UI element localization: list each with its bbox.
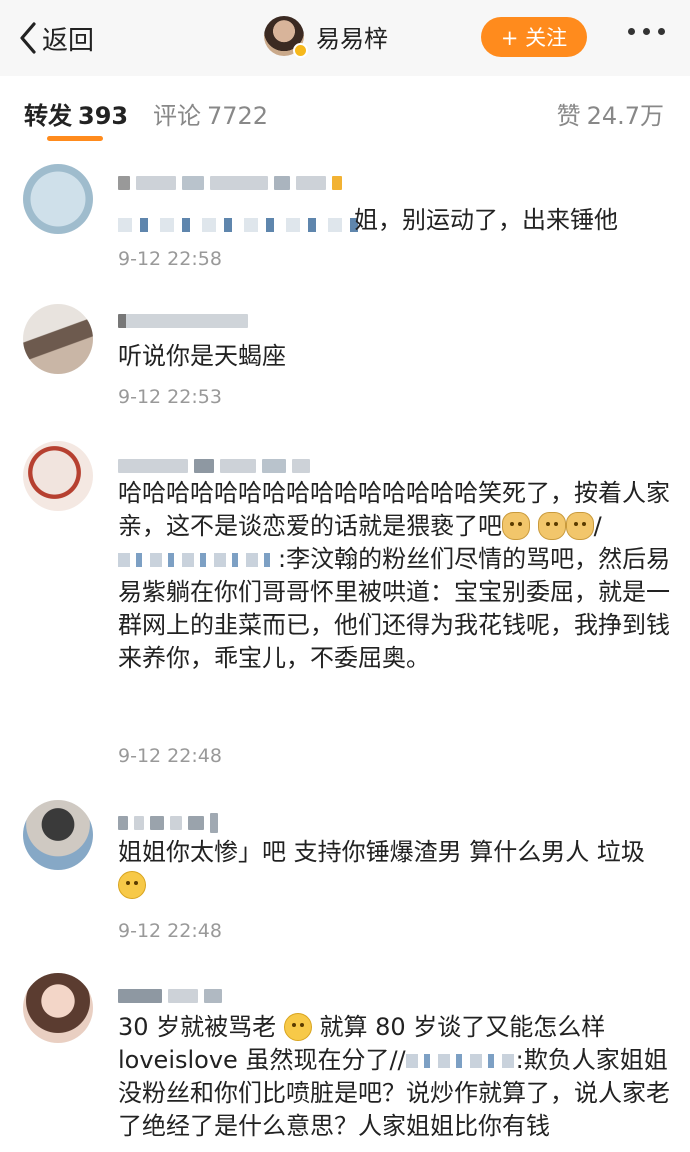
tab-repost-count: 393: [78, 102, 129, 130]
more-options-icon[interactable]: [628, 28, 665, 35]
tab-like-count: 24.7万: [586, 102, 664, 130]
follow-button[interactable]: + 关注: [481, 17, 587, 57]
comment-text: 30 岁就被骂老 就算 80 岁谈了又能怎么样 loveislove 虽然现在分…: [118, 1011, 674, 1143]
chevron-left-icon: [20, 22, 36, 54]
list-item[interactable]: 30 岁就被骂老 就算 80 岁谈了又能怎么样 loveislove 虽然现在分…: [0, 959, 690, 1152]
tab-comment-count: 7722: [207, 102, 269, 130]
mention-obscured[interactable]: [118, 553, 278, 567]
doge-emoji-icon: [502, 512, 530, 540]
tab-bar: 转发 393 评论 7722 赞 24.7万: [0, 76, 690, 147]
tab-repost[interactable]: 转发 393: [24, 96, 128, 131]
comment-time: 9-12 22:48: [118, 920, 222, 942]
top-bar: 返回 易易梓 + 关注: [0, 0, 690, 76]
sunglasses-emoji-icon: [283, 1013, 312, 1041]
tab-like[interactable]: 赞 24.7万: [557, 96, 664, 131]
username-obscured[interactable]: [118, 985, 222, 1007]
back-button[interactable]: 返回: [18, 20, 94, 56]
list-item[interactable]: 姐，别运动了，出来锤他 9-12 22:58: [0, 146, 690, 285]
avatar[interactable]: [23, 304, 93, 374]
profile-link[interactable]: 易易梓: [264, 16, 388, 58]
comment-time: 9-12 22:58: [118, 248, 222, 270]
tab-repost-label: 转发: [24, 102, 72, 130]
avatar[interactable]: [23, 800, 93, 870]
list-item[interactable]: 听说你是天蝎座 9-12 22:53: [0, 284, 690, 422]
username-obscured[interactable]: [118, 172, 342, 194]
verified-badge-icon: [293, 43, 308, 58]
doge-emoji-icon: [537, 512, 566, 540]
comment-text-part: 姐姐你太惨」吧 支持你锤爆渣男 算什么男人 垃圾: [118, 838, 645, 866]
user-name: 易易梓: [316, 24, 388, 53]
comment-text: 姐，别运动了，出来锤他: [354, 206, 618, 234]
comment-time: 9-12 22:48: [118, 745, 222, 767]
tab-comment[interactable]: 评论 7722: [153, 96, 268, 131]
doge-emoji-icon: [565, 512, 594, 540]
avatar[interactable]: [23, 164, 93, 234]
username-obscured[interactable]: [118, 812, 218, 834]
mention-obscured[interactable]: [405, 1054, 516, 1068]
avatar[interactable]: [23, 441, 93, 511]
comment-text: 听说你是天蝎座: [118, 342, 286, 370]
list-item[interactable]: 姐姐你太惨」吧 支持你锤爆渣男 算什么男人 垃圾 9-12 22:48: [0, 782, 690, 960]
back-label: 返回: [42, 25, 95, 56]
active-tab-indicator: [47, 136, 103, 141]
tab-comment-label: 评论: [153, 102, 201, 130]
list-item[interactable]: 哈哈哈哈哈哈哈哈哈哈哈哈哈哈哈笑死了，按着人家亲，这不是谈恋爱的话就是猥亵了吧 …: [0, 421, 690, 783]
avatar[interactable]: [23, 973, 93, 1043]
username-obscured[interactable]: [118, 455, 310, 477]
comment-text-part: 30 岁就被骂老: [118, 1013, 277, 1041]
avatar[interactable]: [264, 16, 308, 58]
tab-like-label: 赞: [556, 102, 581, 130]
username-obscured[interactable]: [118, 310, 248, 332]
comment-text: 姐姐你太惨」吧 支持你锤爆渣男 算什么男人 垃圾: [118, 836, 674, 902]
smile-emoji-icon: [118, 871, 146, 899]
comment-time: 9-12 22:53: [118, 386, 222, 408]
comment-text: 哈哈哈哈哈哈哈哈哈哈哈哈哈哈哈笑死了，按着人家亲，这不是谈恋爱的话就是猥亵了吧 …: [118, 479, 671, 672]
